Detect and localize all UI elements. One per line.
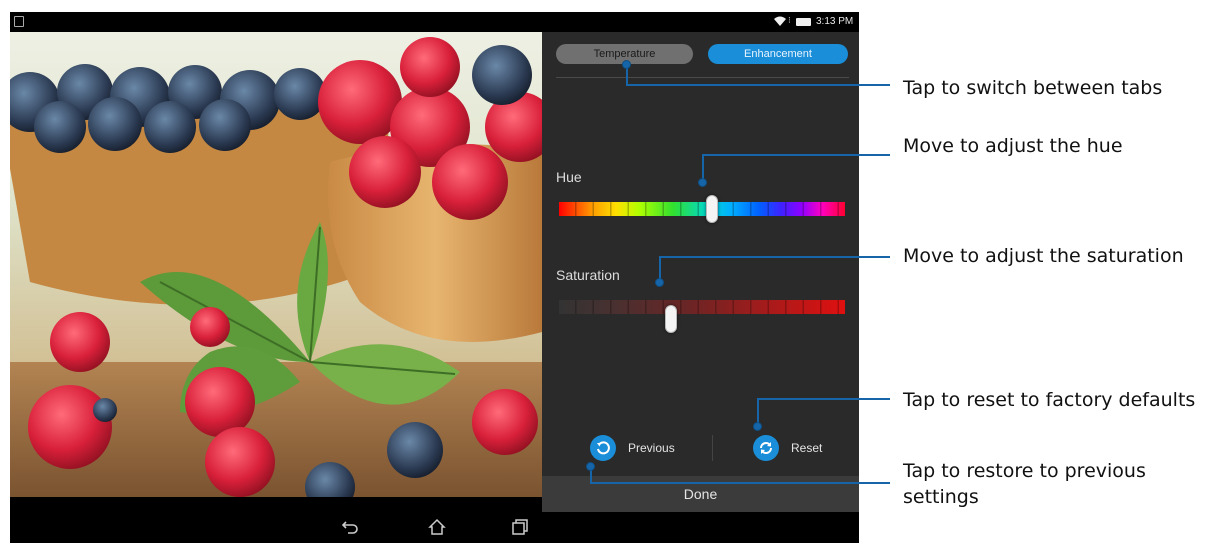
saturation-slider-thumb[interactable] <box>665 305 677 333</box>
fruit-photo <box>10 32 542 497</box>
reset-label: Reset <box>791 441 823 455</box>
tablet-screen: ⁝ 3:13 PM Temperature Enhancement Hue Sa… <box>10 12 859 543</box>
previous-icon <box>590 435 616 461</box>
saturation-label: Saturation <box>556 267 620 283</box>
callout-tabs: Tap to switch between tabs <box>903 77 1163 99</box>
callout-connector <box>626 84 890 86</box>
callout-dot <box>753 422 762 431</box>
hue-slider-track[interactable] <box>559 202 845 216</box>
callout-dot <box>655 278 664 287</box>
previous-label: Previous <box>628 441 675 455</box>
hue-label: Hue <box>556 169 582 185</box>
reset-icon <box>753 435 779 461</box>
recent-apps-icon[interactable] <box>510 518 530 536</box>
saturation-slider-track[interactable] <box>559 300 845 314</box>
photo-preview <box>10 32 542 497</box>
callout-connector <box>702 154 890 156</box>
callout-connector <box>757 398 890 400</box>
callout-reset: Tap to reset to factory defaults <box>903 389 1196 411</box>
callout-hue: Move to adjust the hue <box>903 135 1123 157</box>
action-divider <box>712 435 713 461</box>
navigation-bar <box>10 512 859 543</box>
callout-connector <box>590 482 890 484</box>
callout-previous: Tap to restore to previous settings <box>903 460 1146 508</box>
callout-dot <box>586 462 595 471</box>
status-time: 3:13 PM <box>816 16 854 27</box>
hue-slider-thumb[interactable] <box>706 195 718 223</box>
callout-dot <box>622 60 631 69</box>
tab-enhancement[interactable]: Enhancement <box>708 44 848 64</box>
signal-indicator: ⁝ <box>788 15 791 25</box>
back-icon[interactable] <box>340 518 360 536</box>
notification-icon <box>14 16 24 27</box>
callout-connector <box>659 256 890 258</box>
enhancement-panel: Temperature Enhancement Hue Saturation P… <box>542 32 859 476</box>
status-bar: ⁝ 3:13 PM <box>10 12 859 32</box>
tab-divider <box>556 77 849 78</box>
wifi-icon <box>774 16 786 26</box>
callout-saturation: Move to adjust the saturation <box>903 245 1184 267</box>
battery-icon <box>796 18 811 26</box>
callout-dot <box>698 178 707 187</box>
home-icon[interactable] <box>427 518 447 536</box>
